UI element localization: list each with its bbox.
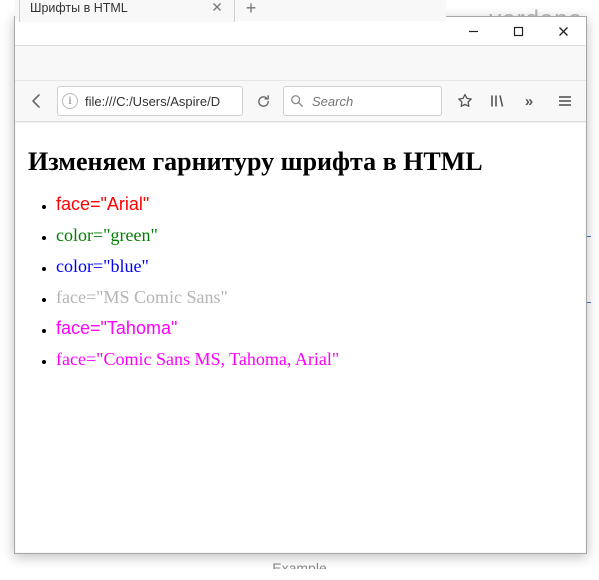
page-heading: Изменяем гарнитуру шрифта в HTML	[28, 147, 573, 177]
tab-close-button[interactable]	[208, 0, 226, 17]
address-bar[interactable]: i	[57, 86, 243, 116]
search-bar[interactable]	[283, 86, 442, 116]
menu-button[interactable]	[552, 88, 578, 114]
overflow-button[interactable]: »	[516, 88, 542, 114]
search-icon	[290, 94, 304, 108]
list-item: face="Tahoma"	[56, 315, 573, 342]
list-item: face="Arial"	[56, 191, 573, 218]
list-item: color="blue"	[56, 253, 573, 280]
url-input[interactable]	[83, 93, 242, 110]
minimize-button[interactable]	[451, 17, 496, 45]
page-content: Изменяем гарнитуру шрифта в HTML face="A…	[16, 122, 585, 552]
maximize-button[interactable]	[496, 17, 541, 45]
library-button[interactable]	[484, 88, 510, 114]
back-button[interactable]	[23, 87, 51, 115]
search-input[interactable]	[310, 93, 435, 110]
font-example-list: face="Arial" color="green" color="blue" fac…	[56, 191, 573, 373]
background-decoration	[245, 569, 355, 580]
list-item: face="MS Comic Sans"	[56, 284, 573, 311]
navigation-toolbar: i »	[15, 80, 586, 122]
reload-button[interactable]	[249, 87, 277, 115]
browser-window: Шрифты в HTML + i	[14, 16, 587, 554]
browser-tab[interactable]: Шрифты в HTML	[19, 0, 235, 22]
tab-strip: Шрифты в HTML +	[15, 0, 446, 21]
list-item: color="green"	[56, 222, 573, 249]
site-info-icon[interactable]: i	[62, 93, 78, 109]
new-tab-button[interactable]: +	[237, 0, 265, 21]
bookmark-star-button[interactable]	[452, 88, 478, 114]
list-item: face="Comic Sans MS, Tahoma, Arial"	[56, 346, 573, 373]
tab-title: Шрифты в HTML	[30, 1, 128, 15]
close-button[interactable]	[541, 17, 586, 45]
